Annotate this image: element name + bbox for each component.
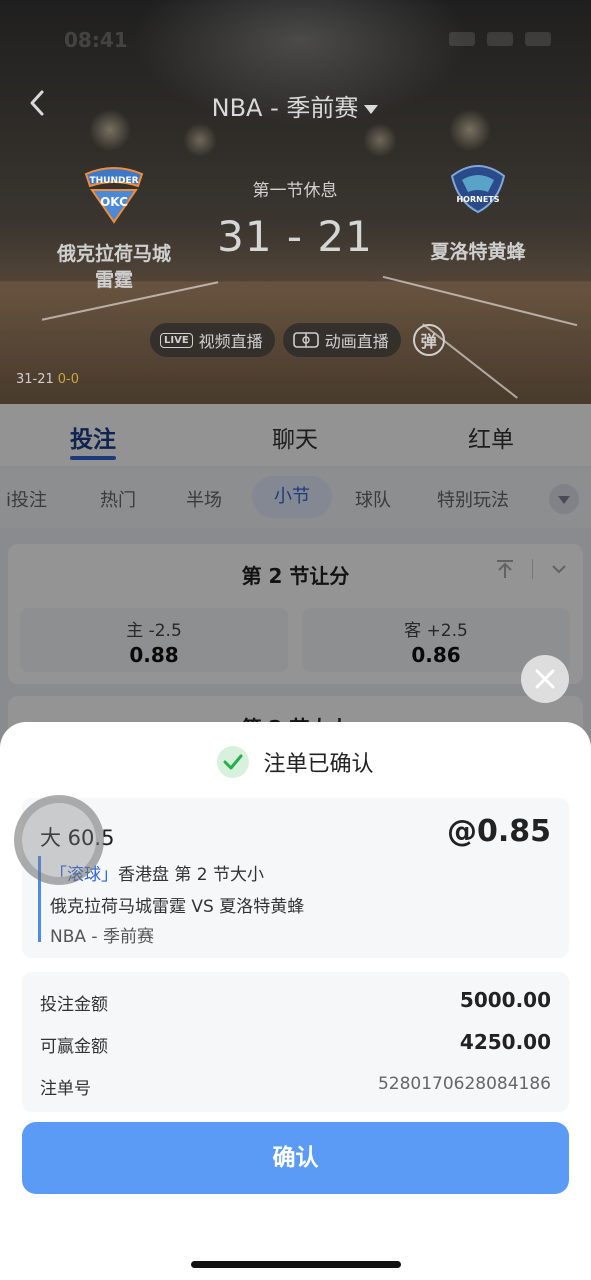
stream-options: LIVE 视频直播 动画直播 弹	[150, 323, 445, 357]
league-selector[interactable]: NBA - 季前赛	[150, 88, 440, 123]
status-bar: 08:41	[0, 28, 591, 52]
row-label: 投注金额	[40, 995, 108, 1015]
signal-icon	[449, 32, 475, 46]
bet-summary: 大 60.5 @0.85 「滚球」香港盘 第 2 节大小 俄克拉荷马城雷霆 VS…	[22, 798, 569, 958]
touch-indicator	[14, 795, 104, 885]
animation-live-button[interactable]: 动画直播	[283, 323, 401, 357]
sheet-title: 注单已确认	[263, 752, 373, 777]
bet-league: NBA - 季前赛	[50, 922, 154, 947]
mini-score: 31-21 0-0	[16, 372, 79, 387]
mini-score-main: 31-21	[16, 372, 54, 387]
svg-text:OKC: OKC	[100, 195, 128, 209]
league-title: NBA - 季前赛	[212, 94, 359, 122]
period-status: 第一节休息	[195, 176, 395, 201]
back-button[interactable]	[24, 88, 52, 118]
video-live-button[interactable]: LIVE 视频直播	[150, 323, 275, 357]
thunder-logo: THUNDER OKC	[78, 164, 150, 226]
bet-odds: @0.85	[447, 814, 551, 849]
court-icon	[293, 332, 319, 348]
home-team-name-line2: 雷霆	[34, 267, 194, 293]
payout-value: 4250.00	[460, 1030, 551, 1054]
confirm-button[interactable]: 确认	[22, 1122, 569, 1194]
status-time: 08:41	[64, 28, 128, 52]
chevron-left-icon	[24, 88, 52, 118]
row-label: 可赢金额	[40, 1037, 108, 1057]
svg-text:HORNETS: HORNETS	[456, 195, 499, 204]
away-team-name: 夏洛特黄蜂	[398, 239, 558, 265]
svg-text:THUNDER: THUNDER	[89, 176, 138, 186]
caret-down-icon	[364, 105, 378, 114]
ticket-row: 注单号 5280170628084186	[40, 1074, 551, 1104]
away-team: HORNETS 夏洛特黄蜂	[398, 162, 558, 265]
match-header: 08:41 NBA - 季前赛 THUNDER OKC 俄克拉荷马城 雷霆 HO…	[0, 0, 591, 404]
bet-type-text: 香港盘 第 2 节大小	[118, 865, 264, 885]
stake-row: 投注金额 5000.00	[40, 990, 551, 1020]
wifi-icon	[487, 32, 513, 46]
home-team-name-line1: 俄克拉荷马城	[34, 241, 194, 267]
row-label: 注单号	[40, 1079, 91, 1099]
ticket-number[interactable]: 5280170628084186	[378, 1074, 551, 1094]
bet-match: 俄克拉荷马城雷霆 VS 夏洛特黄蜂	[50, 892, 304, 917]
bet-details: 投注金额 5000.00 可赢金额 4250.00 注单号 5280170628…	[22, 972, 569, 1112]
payout-row: 可赢金额 4250.00	[40, 1032, 551, 1062]
home-indicator	[191, 1261, 401, 1268]
video-live-label: 视频直播	[199, 328, 263, 352]
animation-live-label: 动画直播	[325, 328, 389, 352]
danmu-toggle[interactable]: 弹	[413, 324, 445, 356]
match-score: 31 - 21	[195, 212, 395, 261]
close-icon	[533, 667, 557, 691]
live-icon: LIVE	[160, 333, 193, 348]
mini-score-alt: 0-0	[58, 372, 79, 387]
check-circle-icon	[217, 746, 249, 778]
close-button[interactable]	[521, 655, 569, 703]
home-team: THUNDER OKC 俄克拉荷马城 雷霆	[34, 162, 194, 293]
battery-icon	[525, 32, 551, 46]
hornets-logo: HORNETS	[442, 162, 514, 224]
stake-value: 5000.00	[460, 988, 551, 1012]
sheet-header: 注单已确认	[0, 746, 591, 778]
